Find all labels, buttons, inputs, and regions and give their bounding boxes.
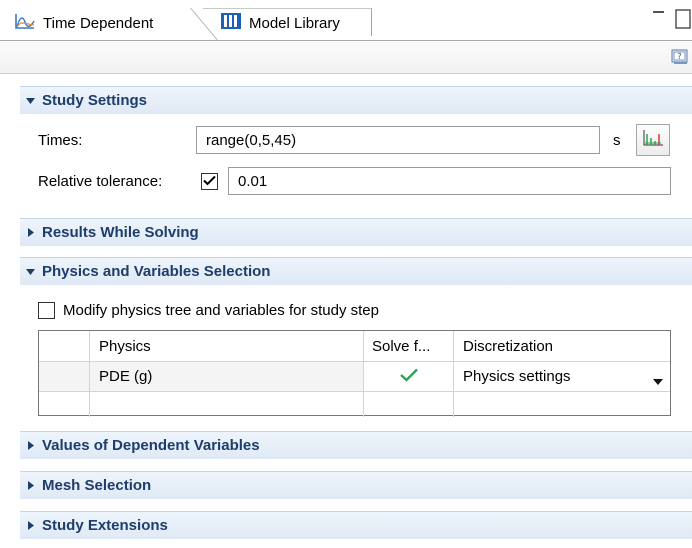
section-physics-variables[interactable]: Physics and Variables Selection xyxy=(20,257,692,285)
column-header-discretization[interactable]: Discretization xyxy=(463,331,553,361)
section-title: Study Extensions xyxy=(42,517,168,534)
toolbar: ? xyxy=(0,40,692,74)
solve-for-checkbox[interactable] xyxy=(364,362,453,391)
table-row-physics[interactable]: PDE (g) xyxy=(90,362,363,391)
section-study-extensions[interactable]: Study Extensions xyxy=(20,511,692,539)
green-check-icon xyxy=(399,368,418,386)
section-title: Mesh Selection xyxy=(42,477,152,494)
tab-bar: Time Dependent Model Library xyxy=(0,0,692,44)
times-input[interactable]: range(0,5,45) xyxy=(196,126,600,154)
chevron-right-icon xyxy=(20,440,42,451)
maximize-icon[interactable] xyxy=(675,8,692,34)
section-study-settings[interactable]: Study Settings xyxy=(20,86,692,114)
times-label: Times: xyxy=(38,132,83,149)
row-divider xyxy=(39,391,670,392)
tab-label: Model Library xyxy=(249,14,340,32)
section-title: Values of Dependent Variables xyxy=(42,437,260,454)
help-icon[interactable]: ? xyxy=(671,49,689,69)
minimize-icon[interactable] xyxy=(652,8,666,25)
relative-tolerance-checkbox[interactable] xyxy=(201,173,218,190)
relative-tolerance-label: Relative tolerance: xyxy=(38,173,163,190)
range-icon xyxy=(642,129,664,151)
section-title: Physics and Variables Selection xyxy=(42,263,271,280)
tab-model-library[interactable]: Model Library xyxy=(204,8,372,38)
tab-label: Time Dependent xyxy=(43,14,154,32)
time-dependent-icon xyxy=(14,12,36,34)
range-button[interactable] xyxy=(636,124,670,156)
chevron-right-icon xyxy=(20,227,42,238)
modify-physics-label: Modify physics tree and variables for st… xyxy=(63,302,379,319)
section-title: Results While Solving xyxy=(42,224,199,241)
column-header-physics[interactable]: Physics xyxy=(99,331,151,361)
tab-time-dependent[interactable]: Time Dependent xyxy=(12,8,153,38)
section-values-dependent-variables[interactable]: Values of Dependent Variables xyxy=(20,431,692,459)
checkmark-icon xyxy=(203,173,216,190)
chevron-down-icon xyxy=(20,97,42,105)
section-mesh-selection[interactable]: Mesh Selection xyxy=(20,471,692,499)
model-library-icon xyxy=(220,12,242,34)
svg-text:?: ? xyxy=(677,52,681,61)
modify-physics-checkbox[interactable] xyxy=(38,302,55,319)
section-results-while-solving[interactable]: Results While Solving xyxy=(20,218,692,246)
physics-table: Physics Solve f... Discretization PDE (g… xyxy=(38,330,671,417)
relative-tolerance-input[interactable]: 0.01 xyxy=(228,167,671,195)
chevron-down-icon xyxy=(20,268,42,276)
times-value: range(0,5,45) xyxy=(206,131,297,149)
dropdown-arrow-icon xyxy=(653,373,664,390)
chevron-right-icon xyxy=(20,520,42,531)
section-title: Study Settings xyxy=(42,92,148,109)
row-marker xyxy=(39,362,89,391)
chevron-right-icon xyxy=(20,480,42,491)
relative-tolerance-value: 0.01 xyxy=(238,172,268,190)
discretization-select[interactable]: Physics settings xyxy=(454,362,670,391)
column-header-solve[interactable]: Solve f... xyxy=(372,331,430,361)
times-unit: s xyxy=(613,132,621,149)
